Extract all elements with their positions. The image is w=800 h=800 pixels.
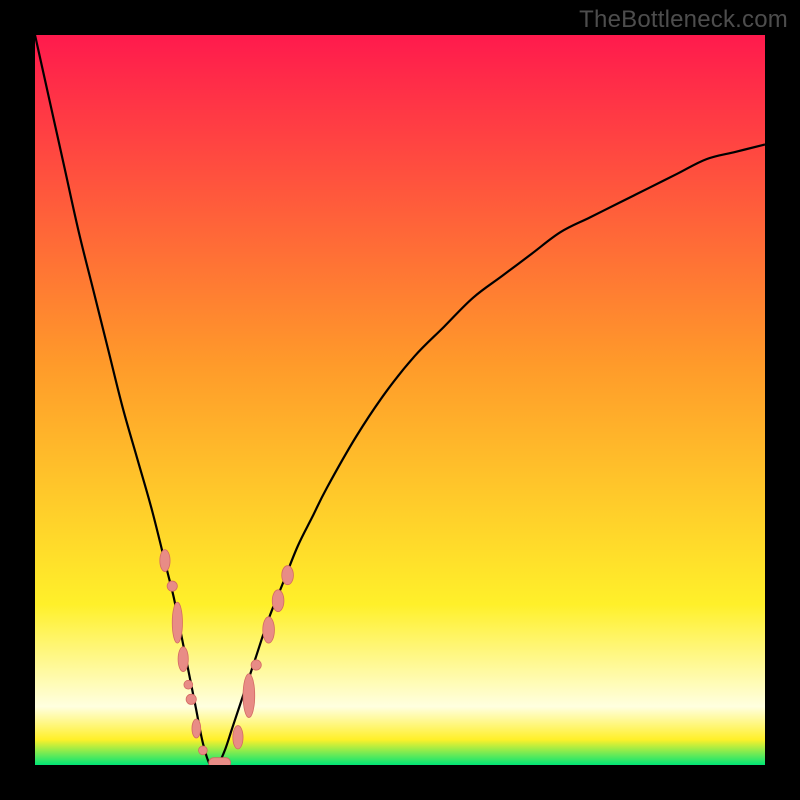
curve-marker bbox=[282, 566, 294, 585]
curve-marker bbox=[192, 719, 201, 738]
curve-marker bbox=[233, 726, 243, 749]
curve-marker bbox=[263, 617, 275, 643]
curve-marker bbox=[272, 590, 284, 612]
watermark-text: TheBottleneck.com bbox=[579, 6, 788, 34]
curve-marker bbox=[186, 694, 196, 704]
bottleneck-curve bbox=[35, 35, 765, 765]
curve-marker bbox=[178, 647, 188, 672]
curve-marker bbox=[243, 674, 255, 718]
curve-marker bbox=[251, 660, 261, 670]
plot-area bbox=[35, 35, 765, 765]
curve-marker bbox=[167, 581, 177, 591]
curve-line bbox=[35, 35, 765, 765]
curve-marker bbox=[199, 746, 208, 755]
curve-markers bbox=[160, 550, 294, 765]
curve-marker bbox=[209, 758, 231, 765]
curve-marker bbox=[184, 680, 193, 689]
curve-marker bbox=[172, 602, 182, 643]
chart-frame: TheBottleneck.com bbox=[0, 0, 800, 800]
curve-marker bbox=[160, 550, 170, 572]
